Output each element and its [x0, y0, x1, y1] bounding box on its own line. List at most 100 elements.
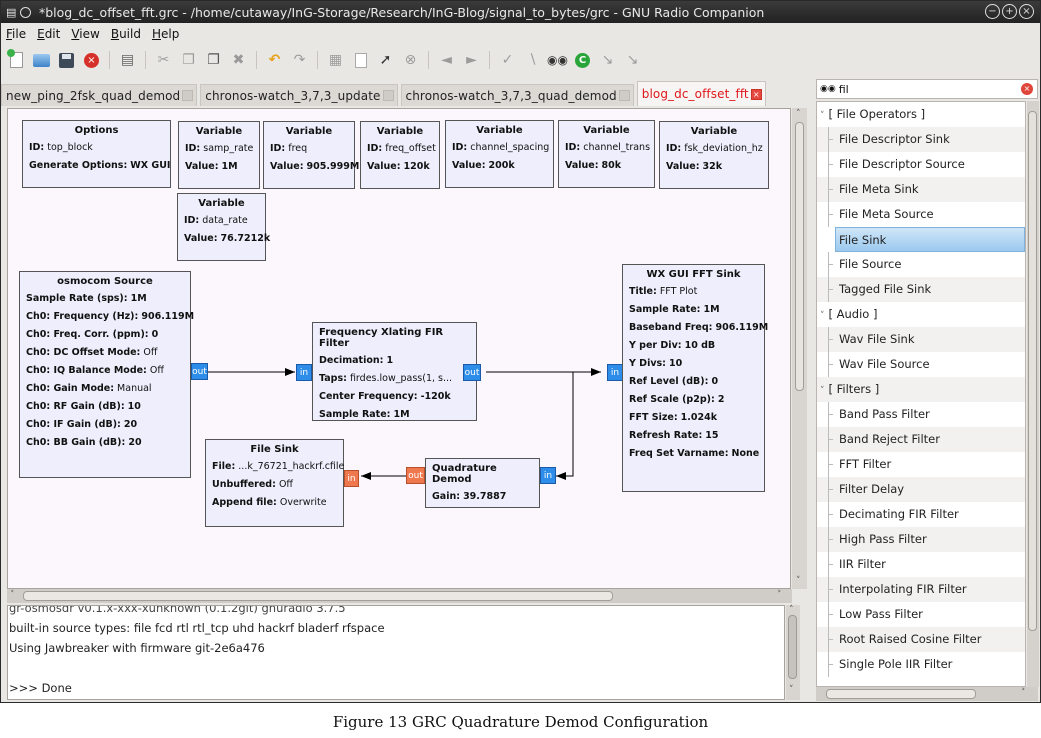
delete-button[interactable]: ✖: [229, 51, 248, 70]
chevron-down-icon[interactable]: ˅: [820, 386, 825, 396]
tree-item[interactable]: File Descriptor Source: [817, 152, 1025, 177]
tree-item[interactable]: Low Pass Filter: [817, 602, 1025, 627]
tree-item[interactable]: Tagged File Sink: [817, 277, 1025, 302]
block-tree-horizontal-scrollbar[interactable]: ˃: [816, 687, 1038, 701]
block-variable-fsk-deviation[interactable]: Variable ID: fsk_deviation_hz Value: 32k: [659, 121, 769, 189]
scroll-left-icon[interactable]: ˂: [10, 590, 15, 600]
tree-item[interactable]: FFT Filter: [817, 452, 1025, 477]
menu-file[interactable]: File: [6, 27, 26, 41]
paste-button[interactable]: ❐: [204, 51, 223, 70]
copy-button[interactable]: ❐: [179, 51, 198, 70]
tab-new-ping-2fsk-quad-demod[interactable]: new_ping_2fsk_quad_demod: [1, 84, 198, 106]
chevron-down-icon[interactable]: ˅: [820, 111, 825, 121]
tree-category[interactable]: ˅[ File Operators ]: [817, 102, 1025, 127]
block-variable-freq[interactable]: Variable ID: freq Value: 905.999M: [263, 121, 359, 189]
close-button[interactable]: ×: [1019, 4, 1034, 19]
rotate-cw-button[interactable]: ►: [462, 51, 481, 70]
bypass-button[interactable]: ↘: [598, 51, 617, 70]
errors-button[interactable]: ▦: [326, 51, 345, 70]
close-flowgraph-button[interactable]: ×: [82, 51, 101, 70]
tree-item[interactable]: Decimating FIR Filter: [817, 502, 1025, 527]
fft-sink-in-port[interactable]: in: [607, 364, 623, 381]
block-frequency-xlating-fir-filter[interactable]: Frequency Xlating FIR Filter Decimation:…: [312, 322, 477, 421]
canvas-horizontal-scrollbar[interactable]: ˂ ˃: [7, 589, 792, 603]
tree-item[interactable]: File Source: [817, 252, 1025, 277]
block-wx-gui-fft-sink[interactable]: WX GUI FFT Sink Title: FFT Plot Sample R…: [622, 264, 768, 492]
block-variable-channel-trans[interactable]: Variable ID: channel_trans Value: 80k: [558, 120, 655, 188]
open-button[interactable]: [32, 51, 51, 70]
tree-item[interactable]: Wav File Sink: [817, 327, 1025, 352]
find-block-button[interactable]: ◉◉: [547, 51, 568, 70]
undo-button[interactable]: ↶: [265, 51, 284, 70]
scroll-right-icon[interactable]: ˃: [1021, 688, 1026, 698]
app-menu-icon[interactable]: ▤: [6, 6, 16, 19]
cut-button[interactable]: ✂: [154, 51, 173, 70]
menu-view[interactable]: View: [71, 27, 99, 41]
bypass-2-button[interactable]: ↘: [623, 51, 642, 70]
tab-close-icon[interactable]: [382, 90, 394, 101]
block-tree-vertical-scrollbar[interactable]: [1027, 101, 1039, 687]
tree-item[interactable]: IIR Filter: [817, 552, 1025, 577]
block-options[interactable]: Options ID: top_block Generate Options: …: [22, 120, 171, 188]
maximize-button[interactable]: +: [1002, 4, 1017, 19]
tab-close-icon[interactable]: ×: [750, 88, 762, 100]
save-button[interactable]: [57, 51, 76, 70]
tab-close-icon[interactable]: [618, 90, 630, 101]
redo-button[interactable]: ↷: [290, 51, 309, 70]
tree-item[interactable]: Interpolating FIR Filter: [817, 577, 1025, 602]
tab-chronos-watch-update[interactable]: chronos-watch_3,7,3_update: [200, 84, 398, 106]
tree-item[interactable]: File Meta Source: [817, 202, 1025, 227]
tree-category[interactable]: ˅[ Audio ]: [817, 302, 1025, 327]
menu-build[interactable]: Build: [111, 27, 141, 41]
console-output[interactable]: gr-osmosdr v0.1.x-xxx-xunknown (0.1.2git…: [7, 605, 785, 700]
clear-search-icon[interactable]: ×: [1021, 83, 1033, 95]
print-button[interactable]: ▤: [118, 51, 137, 70]
connection-xlating-to-quad[interactable]: [556, 372, 574, 480]
console-scrollbar[interactable]: ˄ ˅: [786, 605, 800, 700]
reload-button[interactable]: C: [573, 51, 592, 70]
block-variable-channel-spacing[interactable]: Variable ID: channel_spacing Value: 200k: [445, 120, 554, 188]
menu-edit[interactable]: Edit: [37, 27, 60, 41]
tab-close-icon[interactable]: [182, 90, 194, 101]
chevron-down-icon[interactable]: ˅: [820, 311, 825, 321]
tree-item[interactable]: Filter Delay: [817, 477, 1025, 502]
xlating-in-port[interactable]: in: [296, 364, 312, 381]
file-sink-in-port[interactable]: in: [344, 470, 359, 487]
osmocom-out-port[interactable]: out: [191, 363, 208, 380]
window-pin-icon[interactable]: [20, 6, 32, 18]
tree-item[interactable]: Single Pole IIR Filter: [817, 652, 1025, 677]
quad-demod-in-port[interactable]: in: [540, 467, 556, 484]
quad-demod-out-port[interactable]: out: [406, 467, 425, 484]
scroll-up-icon[interactable]: ˄: [796, 109, 801, 119]
block-variable-freq-offset[interactable]: Variable ID: freq_offset Value: 120k: [360, 121, 440, 189]
flowgraph-canvas[interactable]: Options ID: top_block Generate Options: …: [7, 108, 791, 589]
xlating-out-port[interactable]: out: [463, 364, 481, 381]
tree-category[interactable]: ˅[ Filters ]: [817, 377, 1025, 402]
tab-chronos-watch-quad-demod[interactable]: chronos-watch_3,7,3_quad_demod: [400, 84, 634, 106]
enable-button[interactable]: ✓: [498, 51, 517, 70]
disable-button[interactable]: ∖: [523, 51, 542, 70]
block-variable-samp-rate[interactable]: Variable ID: samp_rate Value: 1M: [178, 121, 260, 189]
tree-item[interactable]: File Descriptor Sink: [817, 127, 1025, 152]
scroll-down-icon[interactable]: ˅: [796, 576, 801, 586]
block-variable-data-rate[interactable]: Variable ID: data_rate Value: 76.7212k: [177, 193, 270, 261]
block-file-sink[interactable]: File Sink File: ...k_76721_hackrf.cfile …: [205, 439, 344, 527]
tab-blog-dc-offset-fft[interactable]: blog_dc_offset_fft ×: [636, 81, 766, 106]
new-document-button[interactable]: [7, 49, 26, 70]
scrollbar-thumb[interactable]: [23, 591, 613, 601]
block-quadrature-demod[interactable]: Quadrature Demod Gain: 39.7887: [425, 458, 540, 508]
tree-item[interactable]: Band Reject Filter: [817, 427, 1025, 452]
tree-item[interactable]: File Meta Sink: [817, 177, 1025, 202]
tree-item[interactable]: Band Pass Filter: [817, 402, 1025, 427]
scrollbar-thumb[interactable]: [826, 689, 976, 699]
tree-item[interactable]: Root Raised Cosine Filter: [817, 627, 1025, 652]
scrollbar-thumb[interactable]: [795, 122, 804, 391]
block-search-input[interactable]: fil: [839, 83, 849, 96]
minimize-button[interactable]: −: [985, 4, 1000, 19]
scroll-down-icon[interactable]: ˅: [789, 685, 794, 695]
block-search-field[interactable]: ◉◉ fil ×: [816, 79, 1038, 99]
tree-item[interactable]: File Sink: [835, 227, 1025, 252]
scroll-right-icon[interactable]: ˃: [777, 590, 782, 600]
scroll-up-icon[interactable]: ˄: [789, 605, 794, 615]
tree-item[interactable]: High Pass Filter: [817, 527, 1025, 552]
